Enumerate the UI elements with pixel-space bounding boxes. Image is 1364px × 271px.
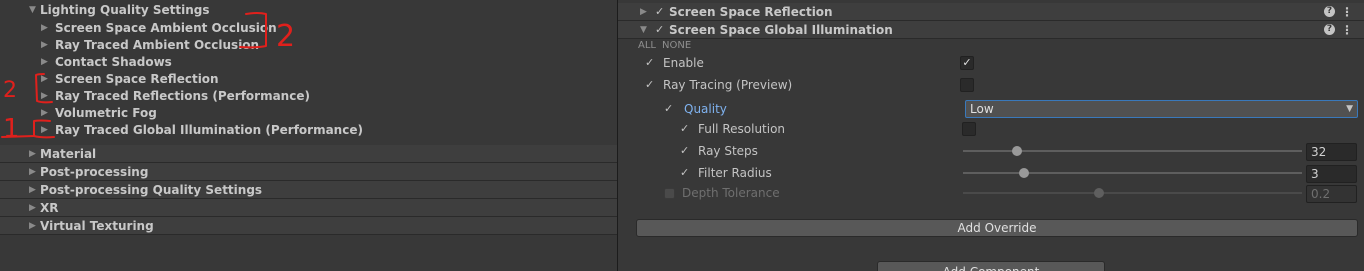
chevron-right-icon: ▶: [29, 185, 36, 195]
component-screen-space-reflection[interactable]: ▶ ✓ Screen Space Reflection ? ⋮: [618, 3, 1364, 21]
tree-item-lighting-quality-settings[interactable]: ▼ Lighting Quality Settings: [0, 1, 617, 19]
none-button[interactable]: NONE: [662, 40, 691, 51]
chevron-right-icon: ▶: [41, 57, 48, 67]
override-check-icon[interactable]: ✓: [680, 163, 689, 183]
depth-tolerance-slider: [963, 192, 1302, 194]
enable-checkbox[interactable]: ✓: [960, 56, 974, 70]
tree-item-contact-shadows[interactable]: ▶ Contact Shadows: [0, 53, 617, 71]
chevron-right-icon: ▶: [41, 91, 48, 101]
filter-radius-slider-thumb[interactable]: [1019, 168, 1030, 178]
quality-dropdown[interactable]: Low ▼: [965, 100, 1358, 118]
chevron-right-icon: ▶: [29, 203, 36, 213]
chevron-down-icon: ▼: [29, 5, 36, 15]
help-icon[interactable]: ?: [1324, 24, 1335, 35]
component-screen-space-global-illumination[interactable]: ▼ ✓ Screen Space Global Illumination ? ⋮: [618, 21, 1364, 39]
override-check-icon[interactable]: ✓: [645, 75, 654, 95]
chevron-right-icon: ▶: [41, 40, 48, 50]
tree-item-ray-traced-ambient-occlusion[interactable]: ▶ Ray Traced Ambient Occlusion: [0, 36, 617, 54]
enabled-check-icon[interactable]: ✓: [655, 21, 664, 39]
chevron-right-icon: ▶: [41, 108, 48, 118]
kebab-menu-icon[interactable]: ⋮: [1341, 3, 1353, 21]
full-resolution-checkbox[interactable]: [962, 122, 976, 136]
override-check-icon[interactable]: ✓: [645, 53, 654, 73]
add-override-button[interactable]: Add Override: [636, 219, 1358, 237]
chevron-right-icon: ▶: [640, 7, 647, 17]
add-component-button[interactable]: Add Component: [877, 261, 1105, 271]
all-button[interactable]: ALL: [638, 40, 656, 51]
section-virtual-texturing[interactable]: ▶ Virtual Texturing: [0, 217, 617, 235]
chevron-down-icon: ▼: [640, 25, 647, 35]
depth-tolerance-field: 0.2: [1306, 185, 1357, 203]
chevron-right-icon: ▶: [41, 74, 48, 84]
tree-item-ray-traced-global-illumination[interactable]: ▶ Ray Traced Global Illumination (Perfor…: [0, 121, 617, 139]
depth-tolerance-slider-thumb: [1093, 188, 1104, 198]
override-checkbox[interactable]: [664, 188, 675, 199]
chevron-right-icon: ▶: [29, 167, 36, 177]
override-check-icon[interactable]: ✓: [680, 141, 689, 161]
ray-tracing-checkbox[interactable]: [960, 78, 974, 92]
filter-radius-slider[interactable]: [963, 172, 1302, 174]
ray-steps-field[interactable]: 32: [1306, 143, 1357, 161]
filter-radius-field[interactable]: 3: [1306, 165, 1357, 183]
tree-item-screen-space-reflection[interactable]: ▶ Screen Space Reflection: [0, 70, 617, 88]
chevron-right-icon: ▶: [29, 221, 36, 231]
caret-down-icon: ▼: [1346, 104, 1353, 114]
override-check-icon[interactable]: ✓: [680, 119, 689, 139]
tree-item-volumetric-fog[interactable]: ▶ Volumetric Fog: [0, 104, 617, 122]
section-post-processing[interactable]: ▶ Post-processing: [0, 163, 617, 181]
chevron-right-icon: ▶: [41, 23, 48, 33]
kebab-menu-icon[interactable]: ⋮: [1341, 21, 1353, 39]
override-check-icon[interactable]: ✓: [664, 99, 673, 119]
section-post-processing-quality-settings[interactable]: ▶ Post-processing Quality Settings: [0, 181, 617, 199]
chevron-right-icon: ▶: [41, 125, 48, 135]
chevron-right-icon: ▶: [29, 149, 36, 159]
section-xr[interactable]: ▶ XR: [0, 199, 617, 217]
section-material[interactable]: ▶ Material: [0, 145, 617, 163]
tree-item-screen-space-ambient-occlusion[interactable]: ▶ Screen Space Ambient Occlusion: [0, 19, 617, 37]
enabled-check-icon[interactable]: ✓: [655, 3, 664, 21]
tree-item-ray-traced-reflections[interactable]: ▶ Ray Traced Reflections (Performance): [0, 87, 617, 105]
help-icon[interactable]: ?: [1324, 6, 1335, 17]
